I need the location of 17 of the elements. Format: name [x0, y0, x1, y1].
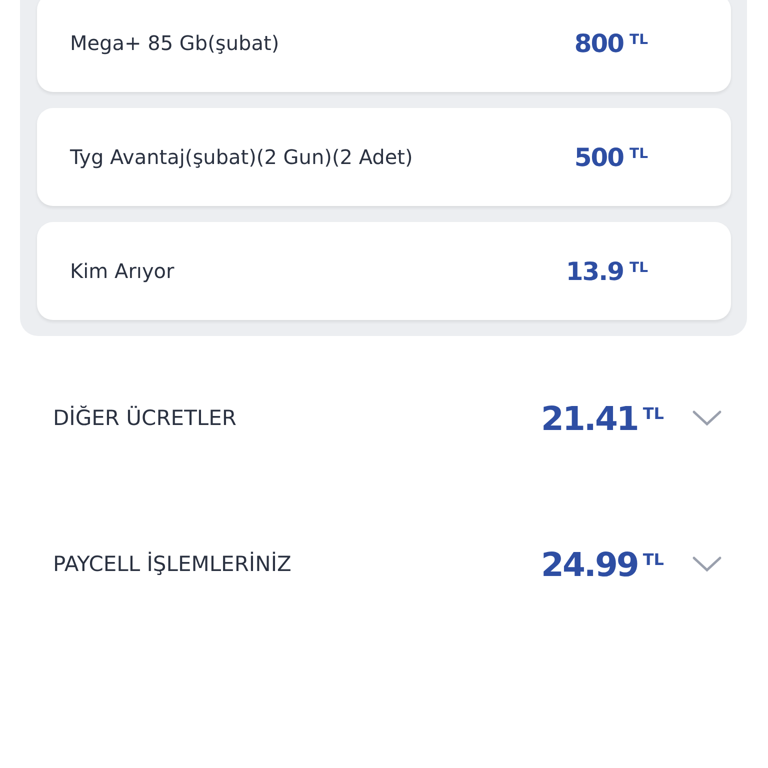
currency-label: TL [642, 404, 664, 422]
chevron-icon[interactable] [692, 409, 722, 427]
item-name: Tyg Avantaj(şubat)(2 Gun)(2 Adet) [70, 145, 414, 169]
item-amount: 13.9 [566, 256, 624, 286]
section-amount: 21.41 [541, 398, 638, 438]
item-amount: 800 [574, 28, 624, 58]
section-amount: 24.99 [541, 544, 638, 584]
item-amount: 500 [574, 142, 624, 172]
item-name: Mega+ 85 Gb(şubat) [70, 31, 280, 55]
chevron-icon[interactable] [692, 555, 722, 573]
currency-label: TL [630, 146, 648, 162]
section-title: DİĞER ÜCRETLER [53, 406, 238, 430]
item-name: Kim Arıyor [70, 259, 176, 283]
currency-label: TL [642, 550, 664, 568]
currency-label: TL [630, 260, 648, 276]
section-title: PAYCELL İŞLEMLERİNİZ [53, 552, 292, 576]
currency-label: TL [630, 32, 648, 48]
